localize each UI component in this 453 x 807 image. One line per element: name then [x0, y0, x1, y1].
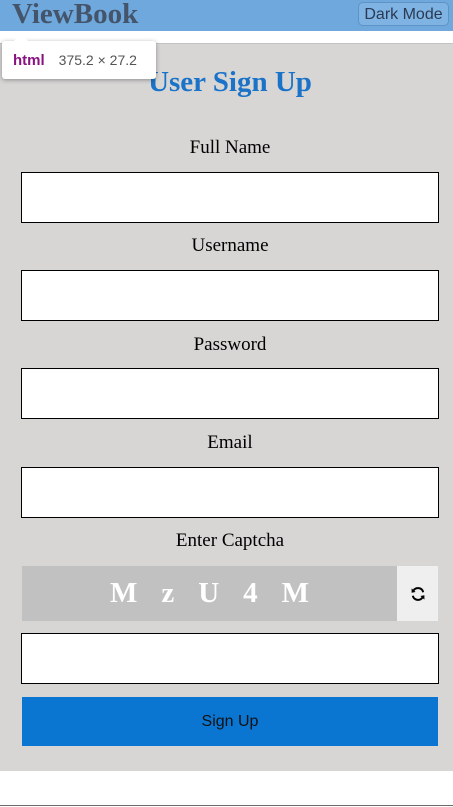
password-field[interactable] [21, 368, 439, 419]
captcha-char: M [109, 577, 138, 609]
sign-up-button[interactable]: Sign Up [22, 697, 438, 746]
tooltip-element-size: 375.2 × 27.2 [58, 52, 137, 68]
tooltip-tag-name: html [13, 51, 45, 69]
full-name-field[interactable] [21, 172, 439, 223]
brand-logo[interactable]: ViewBook [12, 0, 138, 31]
captcha-char: M [281, 577, 310, 609]
captcha-char: U [198, 577, 220, 609]
password-label: Password [193, 334, 267, 355]
captcha-char: z [161, 577, 175, 609]
captcha-char: 4 [243, 577, 258, 609]
email-label: Email [207, 432, 253, 453]
email-field[interactable] [21, 467, 439, 518]
username-field[interactable] [21, 270, 439, 321]
devtools-element-tooltip: html 375.2 × 27.2 [2, 34, 156, 79]
captcha-label: Enter Captcha [175, 530, 285, 551]
refresh-icon [411, 586, 424, 601]
full-name-label: Full Name [189, 137, 271, 158]
signup-form: User Sign Up Full Name Username Password… [0, 43, 453, 771]
divider [0, 805, 453, 806]
captcha-input[interactable] [21, 633, 439, 684]
top-navbar: ViewBook Dark Mode [0, 0, 453, 31]
dark-mode-button[interactable]: Dark Mode [358, 2, 449, 26]
username-label: Username [191, 235, 269, 256]
captcha-refresh-button[interactable] [397, 566, 438, 621]
captcha-image: M z U 4 M [22, 566, 397, 621]
